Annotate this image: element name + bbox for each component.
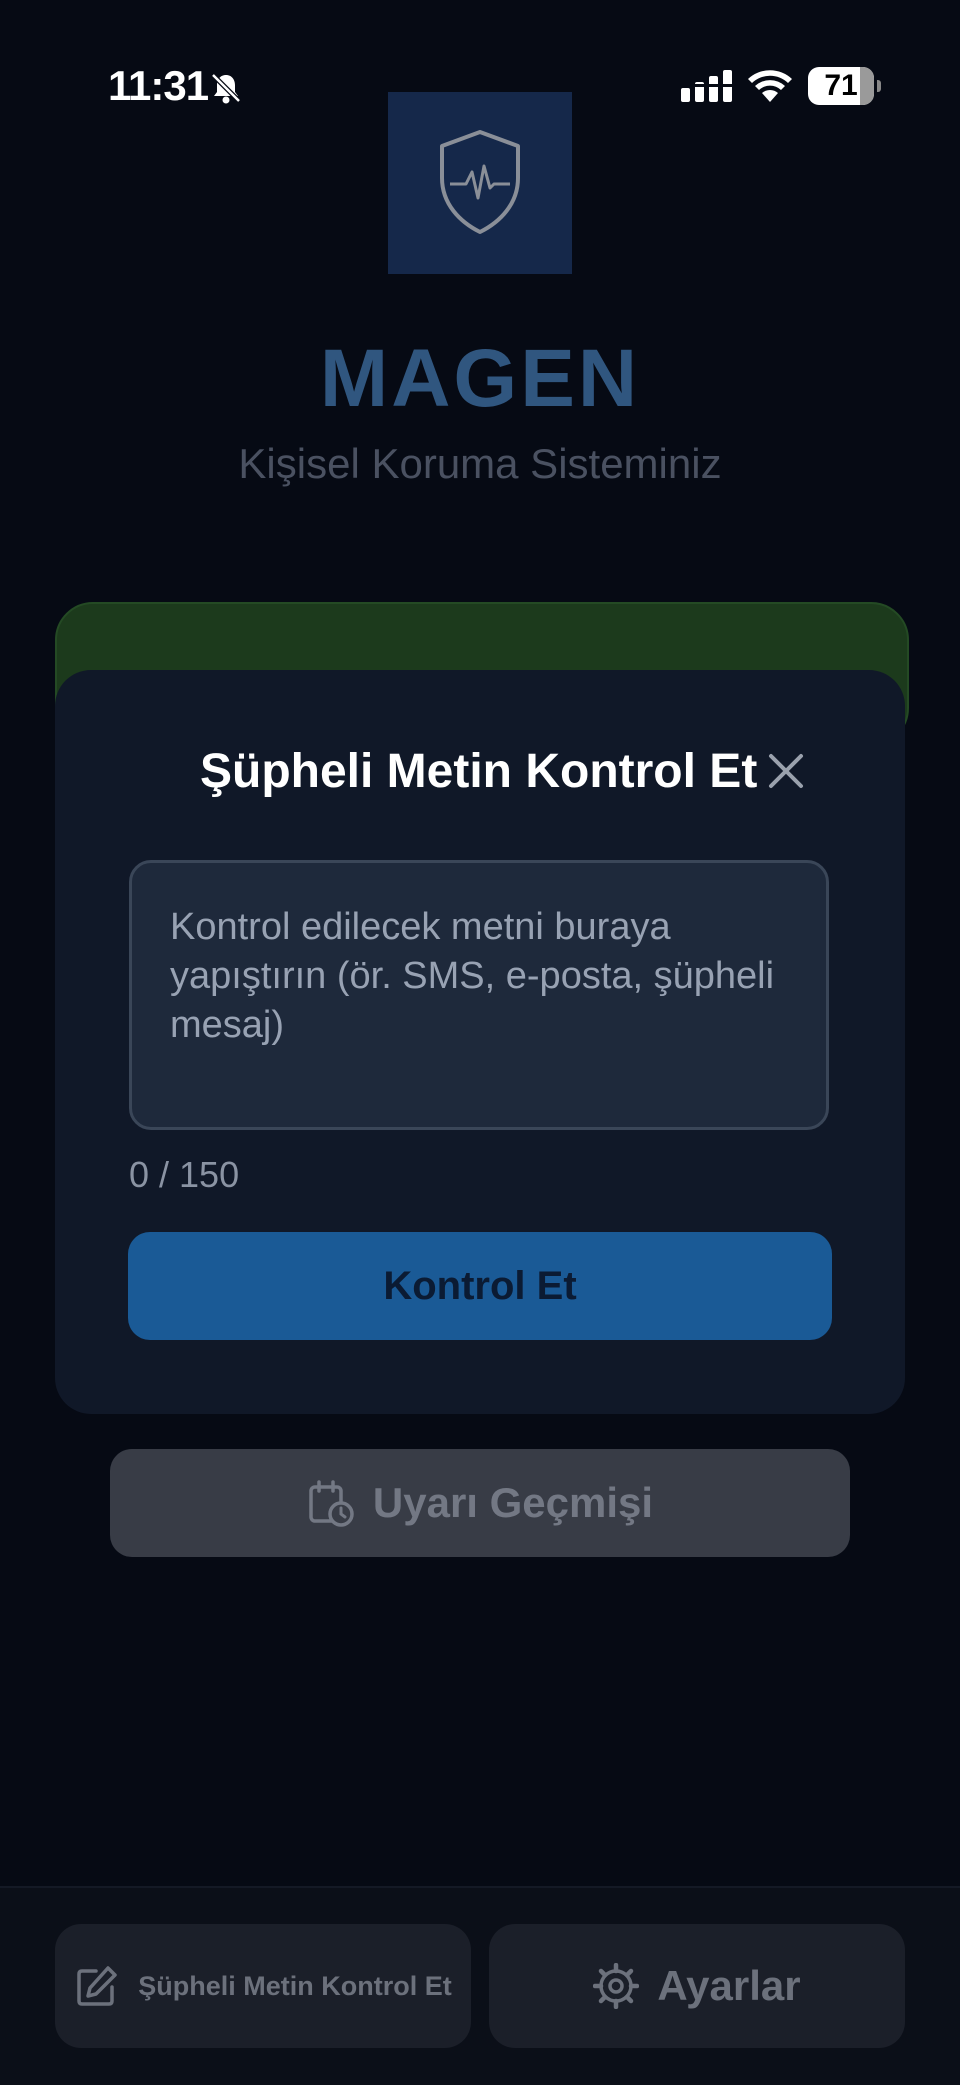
- signal-icon: [681, 70, 732, 102]
- bell-slash-icon: [211, 73, 241, 104]
- status-time: 11:31: [108, 62, 209, 109]
- battery-empty-part: [860, 67, 874, 105]
- gear-icon: [593, 1963, 640, 2009]
- bottom-check-text-label: Şüpheli Metin Kontrol Et: [138, 1970, 452, 2001]
- calendar-clock-icon: [309, 1480, 354, 1527]
- battery-icon: 71: [808, 67, 881, 105]
- app-subtitle: Kişisel Koruma Sisteminiz: [238, 440, 722, 487]
- check-button[interactable]: Kontrol Et: [128, 1232, 832, 1340]
- suspicious-text-input[interactable]: [129, 860, 829, 1130]
- bottom-settings-label: Ayarlar: [657, 1962, 801, 2009]
- wifi-icon: [748, 70, 792, 102]
- app-logo: [388, 92, 572, 274]
- close-icon[interactable]: [763, 748, 809, 794]
- edit-icon: [77, 1966, 117, 2006]
- app-title: MAGEN: [319, 333, 641, 424]
- modal-title: Şüpheli Metin Kontrol Et: [200, 745, 758, 798]
- character-counter: 0 / 150: [129, 1154, 240, 1195]
- shield-pulse-icon: [440, 130, 520, 234]
- alert-history-label: Uyarı Geçmişi: [372, 1479, 654, 1526]
- bottom-settings-button[interactable]: Ayarlar: [489, 1924, 905, 2048]
- screen: 11:31 71 MAGEN Kişisel Koruma Sisteminiz…: [0, 0, 960, 2085]
- battery-level: 71: [824, 69, 858, 102]
- check-text-modal: Şüpheli Metin Kontrol Et 0 / 150 Kontrol…: [55, 670, 905, 1414]
- alert-history-button[interactable]: Uyarı Geçmişi: [110, 1449, 850, 1557]
- bottom-check-text-button[interactable]: Şüpheli Metin Kontrol Et: [55, 1924, 471, 2048]
